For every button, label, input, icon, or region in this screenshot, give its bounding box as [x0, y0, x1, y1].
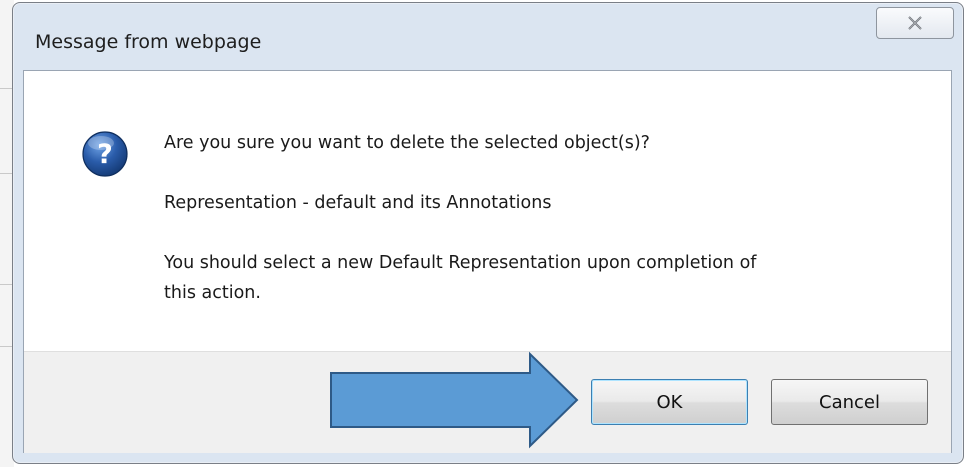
message-question: Are you sure you want to delete the sele…: [164, 133, 650, 153]
question-icon: ?: [82, 131, 128, 177]
dialog-title: Message from webpage: [35, 31, 262, 53]
cancel-button[interactable]: Cancel: [771, 379, 928, 425]
svg-text:?: ?: [97, 139, 113, 170]
annotation-arrow: [330, 351, 579, 449]
close-button[interactable]: [876, 7, 954, 39]
message-area: ? Are you sure you want to delete the se…: [24, 71, 951, 351]
ok-button[interactable]: OK: [591, 379, 748, 425]
message-advice-line1: You should select a new Default Represen…: [164, 253, 757, 273]
message-target: Representation - default and its Annotat…: [164, 193, 552, 213]
message-advice-line2: this action.: [164, 283, 261, 303]
close-x-icon: [908, 16, 922, 30]
